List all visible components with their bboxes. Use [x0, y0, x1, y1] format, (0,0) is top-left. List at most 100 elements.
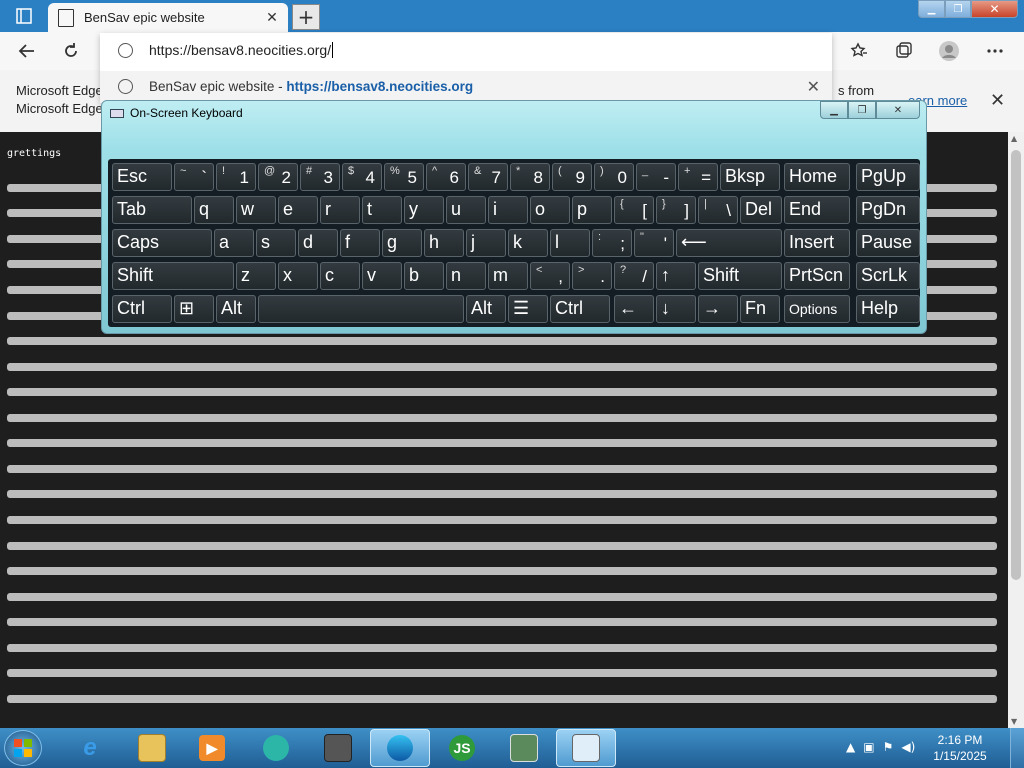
osk-key[interactable]: Ctrl	[550, 295, 610, 323]
osk-key[interactable]: Esc	[112, 163, 172, 191]
scrollbar-thumb[interactable]	[1011, 150, 1021, 580]
osk-key[interactable]: :;	[592, 229, 632, 257]
minimize-button[interactable]: ▁	[918, 0, 945, 18]
favorite-icon[interactable]	[848, 40, 870, 62]
osk-key[interactable]: ~ `	[174, 163, 214, 191]
osk-key[interactable]: f	[340, 229, 380, 257]
edge-button[interactable]	[370, 729, 430, 767]
osk-key[interactable]: p	[572, 196, 612, 224]
osk-key[interactable]: (9	[552, 163, 592, 191]
osk-key[interactable]: Help	[856, 295, 920, 323]
osk-key[interactable]: }]	[656, 196, 696, 224]
osk-key[interactable]: z	[236, 262, 276, 290]
osk-key[interactable]: Insert	[784, 229, 850, 257]
osk-key[interactable]: {[	[614, 196, 654, 224]
osk-key[interactable]: ⟵	[676, 229, 782, 257]
osk-key[interactable]: x	[278, 262, 318, 290]
osk-key[interactable]: ? /	[614, 262, 654, 290]
osk-key[interactable]: $4	[342, 163, 382, 191]
internet-explorer-button[interactable]: e	[60, 729, 120, 767]
osk-key[interactable]: | \	[698, 196, 738, 224]
osk-key[interactable]: y	[404, 196, 444, 224]
network-icon[interactable]: ▣	[863, 740, 874, 754]
profile-icon[interactable]	[938, 40, 960, 62]
osk-key[interactable]: #3	[300, 163, 340, 191]
osk-close-button[interactable]: ✕	[876, 101, 920, 119]
scroll-up-icon[interactable]: ▲	[1011, 134, 1017, 143]
osk-key[interactable]: End	[784, 196, 850, 224]
osk-minimize-button[interactable]: ▁	[820, 101, 848, 119]
osk-key[interactable]: ScrLk	[856, 262, 920, 290]
osk-key[interactable]: >.	[572, 262, 612, 290]
osk-key[interactable]: ↑	[656, 262, 696, 290]
osk-key[interactable]: u	[446, 196, 486, 224]
osk-key[interactable]: d	[298, 229, 338, 257]
osk-key[interactable]: h	[424, 229, 464, 257]
file-explorer-button[interactable]	[122, 729, 182, 767]
osk-key[interactable]: & 7	[468, 163, 508, 191]
volume-icon[interactable]: ◀)	[901, 740, 915, 754]
osk-key[interactable]: ←	[614, 295, 654, 323]
app-button-blue[interactable]	[246, 729, 306, 767]
osk-key[interactable]: PgUp	[856, 163, 920, 191]
osk-key[interactable]: Bksp	[720, 163, 780, 191]
osk-key[interactable]	[258, 295, 464, 323]
osk-key[interactable]: <,	[530, 262, 570, 290]
osk-key[interactable]: e	[278, 196, 318, 224]
osk-key[interactable]: Pause	[856, 229, 920, 257]
osk-key[interactable]: Shift	[112, 262, 234, 290]
osk-key[interactable]: a	[214, 229, 254, 257]
show-desktop-button[interactable]	[1010, 728, 1024, 768]
osk-key[interactable]: Caps	[112, 229, 212, 257]
new-tab-button[interactable]: +	[292, 4, 320, 30]
media-player-button[interactable]: ▶	[182, 729, 242, 767]
remove-suggestion-icon[interactable]: ✕	[807, 77, 820, 96]
osk-key[interactable]: ! 1	[216, 163, 256, 191]
osk-key[interactable]: Alt	[466, 295, 506, 323]
osk-key[interactable]: k	[508, 229, 548, 257]
osk-key[interactable]: v	[362, 262, 402, 290]
vertical-scrollbar[interactable]: ▲ ▼	[1008, 132, 1024, 728]
address-bar[interactable]: https://bensav8.neocities.org/	[100, 33, 832, 69]
osk-key[interactable]: q	[194, 196, 234, 224]
osk-key[interactable]: ⊞	[174, 295, 214, 323]
osk-key[interactable]: t	[362, 196, 402, 224]
osk-key[interactable]: % 5	[384, 163, 424, 191]
osk-key[interactable]: Shift	[698, 262, 782, 290]
osk-key[interactable]: Options	[784, 295, 850, 323]
osk-key[interactable]: Alt	[216, 295, 256, 323]
osk-key[interactable]: Fn	[740, 295, 780, 323]
osk-key[interactable]: →	[698, 295, 738, 323]
refresh-icon[interactable]	[60, 40, 82, 62]
collections-icon[interactable]	[893, 40, 915, 62]
osk-key[interactable]: m	[488, 262, 528, 290]
tab-close-icon[interactable]: ✕	[262, 10, 282, 26]
osk-key[interactable]: Tab	[112, 196, 192, 224]
osk-key[interactable]: w	[236, 196, 276, 224]
osk-key[interactable]: PrtScn	[784, 262, 850, 290]
maximize-button[interactable]: ❐	[945, 0, 971, 18]
osk-key[interactable]: c	[320, 262, 360, 290]
show-hidden-icons[interactable]: ▲	[846, 740, 855, 754]
osk-key[interactable]: ^ 6	[426, 163, 466, 191]
close-window-button[interactable]: ✕	[971, 0, 1018, 18]
osk-key[interactable]: Home	[784, 163, 850, 191]
info-bar-close-icon[interactable]: ✕	[990, 90, 1005, 111]
osk-key[interactable]: PgDn	[856, 196, 920, 224]
osk-key[interactable]: ↓	[656, 295, 696, 323]
osk-key[interactable]: Del	[740, 196, 782, 224]
osk-key[interactable]: o	[530, 196, 570, 224]
back-icon[interactable]	[16, 40, 38, 62]
osk-key[interactable]: ) 0	[594, 163, 634, 191]
osk-key[interactable]: b	[404, 262, 444, 290]
suggestion-item[interactable]: BenSav epic website - https://bensav8.ne…	[100, 71, 832, 103]
osk-key[interactable]: j	[466, 229, 506, 257]
osk-key[interactable]: s	[256, 229, 296, 257]
osk-key[interactable]: _ -	[636, 163, 676, 191]
flag-icon[interactable]: ⚑	[883, 740, 894, 754]
osk-key[interactable]: @2	[258, 163, 298, 191]
winaso-button[interactable]	[308, 729, 368, 767]
osk-key[interactable]: " '	[634, 229, 674, 257]
osk-key[interactable]: ☰	[508, 295, 548, 323]
osk-key[interactable]: + =	[678, 163, 718, 191]
